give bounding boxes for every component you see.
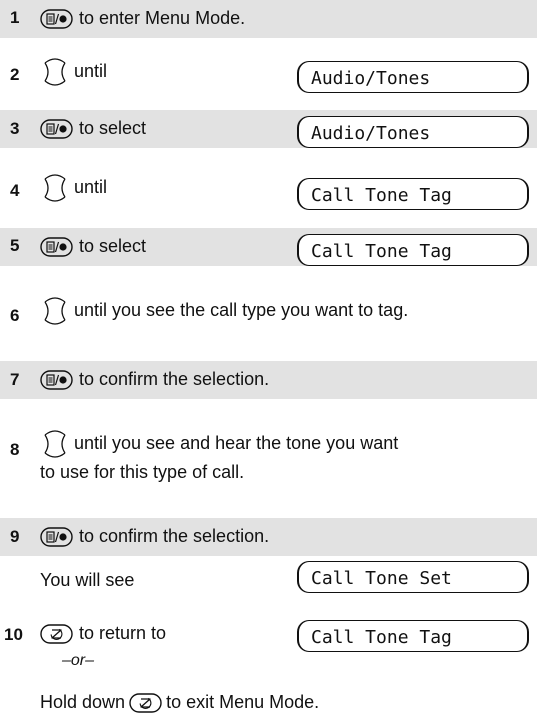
step-number: 5: [10, 236, 20, 255]
display-box: Audio/Tones: [297, 116, 529, 148]
display-box: Call Tone Set: [297, 561, 529, 593]
end-key-icon: [40, 624, 73, 644]
display-text: Call Tone Tag: [311, 185, 452, 206]
scroll-key-icon: [44, 58, 66, 86]
display-box: Call Tone Tag: [297, 620, 529, 652]
menu-select-key-icon: [40, 119, 73, 139]
scroll-key-icon: [44, 297, 66, 325]
display-text: Audio/Tones: [311, 123, 431, 144]
or-separator: –or–: [62, 652, 95, 669]
scroll-key-icon: [44, 430, 66, 458]
menu-select-key-icon: [40, 9, 73, 29]
step-text: until: [74, 60, 108, 81]
step-number: 10: [4, 625, 23, 644]
step-text: until: [74, 176, 108, 197]
step-number: 9: [10, 527, 20, 546]
hold-text-suffix: to exit Menu Mode.: [166, 692, 320, 712]
display-text: Call Tone Tag: [311, 627, 452, 648]
step-number: 3: [10, 119, 20, 138]
display-text: Audio/Tones: [311, 68, 431, 89]
menu-select-key-icon: [40, 237, 73, 257]
step-text: to select: [79, 236, 147, 256]
step-subtext: You will see: [40, 570, 135, 590]
step-number: 1: [10, 8, 20, 27]
display-box: Audio/Tones: [297, 61, 529, 93]
step-text: until you see the call type you want to …: [74, 299, 409, 320]
step-text-continued: to use for this type of call.: [40, 462, 245, 482]
step-text: to select: [79, 118, 147, 138]
display-text: Call Tone Tag: [311, 241, 452, 262]
step-number: 4: [10, 181, 20, 200]
menu-select-key-icon: [40, 370, 73, 390]
hold-text: Hold down: [40, 692, 126, 712]
step-text: to return to: [79, 623, 167, 643]
step-number: 2: [10, 65, 20, 84]
scroll-key-icon: [44, 174, 66, 202]
end-key-icon: [129, 693, 162, 713]
step-text: to confirm the selection.: [79, 369, 270, 389]
step-number: 8: [10, 440, 20, 459]
display-text: Call Tone Set: [311, 568, 452, 589]
display-box: Call Tone Tag: [297, 178, 529, 210]
step-number: 6: [10, 306, 20, 325]
display-box: Call Tone Tag: [297, 234, 529, 266]
step-text: to confirm the selection.: [79, 526, 270, 546]
menu-select-key-icon: [40, 527, 73, 547]
step-text: to enter Menu Mode.: [79, 8, 246, 28]
step-number: 7: [10, 370, 20, 389]
step-text: until you see and hear the tone you want: [74, 432, 399, 453]
